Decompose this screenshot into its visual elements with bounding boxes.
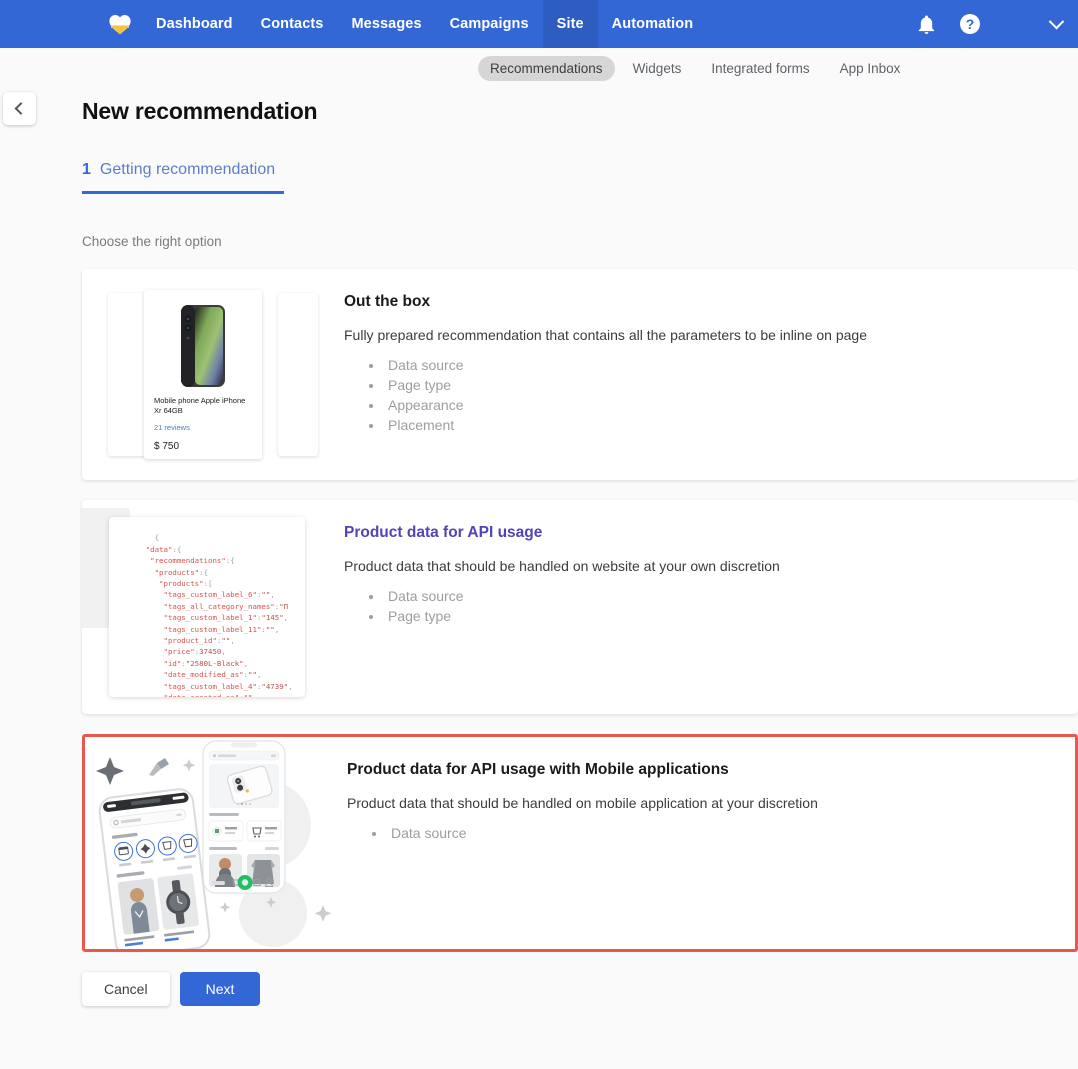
cancel-button[interactable]: Cancel — [82, 972, 170, 1006]
option-card-body: Product data for API usage with Mobile a… — [347, 737, 1075, 949]
nav-right-actions: ? — [904, 0, 1078, 48]
mobile-app-mockup-illustration — [96, 740, 332, 949]
option-title: Out the box — [344, 293, 431, 310]
app-logo[interactable] — [0, 0, 142, 48]
tab-widgets[interactable]: Widgets — [621, 56, 694, 81]
step-number: 1 — [82, 161, 91, 178]
notification-bell-icon — [918, 14, 934, 34]
option-title: Product data for API usage — [344, 524, 543, 541]
wizard-stepper: 1 Getting recommendation — [82, 161, 284, 194]
option-title: Product data for API usage with Mobile a… — [347, 761, 729, 778]
carousel-ghost-card-right — [278, 293, 318, 456]
page-container: New recommendation 1 Getting recommendat… — [0, 88, 1078, 1006]
nav-link-dashboard[interactable]: Dashboard — [142, 0, 247, 48]
json-code-preview: { "data":{ "recommendations":{ "products… — [82, 500, 344, 714]
feature-item: Page type — [384, 375, 1058, 395]
feature-item: Data source — [387, 823, 1055, 843]
chevron-left-icon — [14, 102, 28, 115]
product-reviews-link[interactable]: 21 reviews — [154, 423, 252, 432]
nav-link-site[interactable]: Site — [542, 0, 598, 48]
nav-link-automation[interactable]: Automation — [598, 0, 708, 48]
option-description: Product data that should be handled on w… — [344, 558, 780, 574]
nav-link-contacts[interactable]: Contacts — [247, 0, 338, 48]
help-question-icon: ? — [960, 14, 980, 34]
mobile-app-mockup — [85, 737, 347, 949]
step-label: Getting recommendation — [99, 161, 276, 178]
primary-nav-links: Dashboard Contacts Messages Campaigns Si… — [142, 0, 707, 48]
json-code-card: { "data":{ "recommendations":{ "products… — [109, 517, 305, 697]
option-description: Product data that should be handled on m… — [347, 795, 818, 811]
option-card-body: Out the box Fully prepared recommendatio… — [344, 269, 1078, 480]
product-price: $ 750 — [154, 441, 180, 452]
step-active-underline — [82, 191, 284, 194]
option-description: Fully prepared recommendation that conta… — [344, 327, 867, 343]
option-feature-list: Data source Page type — [344, 586, 1058, 626]
tab-recommendations[interactable]: Recommendations — [478, 55, 615, 81]
option-card-api-usage[interactable]: { "data":{ "recommendations":{ "products… — [82, 500, 1078, 714]
iphone-product-image — [181, 305, 225, 387]
option-card-out-the-box[interactable]: Mobile phone Apple iPhone Xr 64GB 21 rev… — [82, 269, 1078, 480]
option-feature-list: Data source — [347, 823, 1055, 843]
tab-app-inbox[interactable]: App Inbox — [828, 56, 913, 81]
product-preview-card: Mobile phone Apple iPhone Xr 64GB 21 rev… — [144, 290, 262, 459]
heart-logo-icon — [109, 15, 131, 35]
next-button[interactable]: Next — [179, 972, 261, 1006]
tab-integrated-forms[interactable]: Integrated forms — [699, 56, 821, 81]
account-menu-button[interactable] — [1034, 0, 1078, 48]
help-button[interactable]: ? — [948, 0, 992, 48]
chevron-down-icon — [1048, 13, 1064, 29]
json-code-text: { "data":{ "recommendations":{ "products… — [145, 533, 293, 697]
option-card-api-usage-mobile[interactable]: Product data for API usage with Mobile a… — [85, 737, 1075, 949]
section-hint: Choose the right option — [82, 234, 222, 249]
page-title: New recommendation — [82, 98, 318, 124]
option-card-list: Mobile phone Apple iPhone Xr 64GB 21 rev… — [82, 269, 1078, 952]
step-1[interactable]: 1 Getting recommendation — [82, 161, 284, 179]
product-card-carousel: Mobile phone Apple iPhone Xr 64GB 21 rev… — [82, 269, 344, 480]
carousel-ghost-card-left — [108, 293, 148, 456]
feature-item: Placement — [384, 415, 1058, 435]
feature-item: Appearance — [384, 395, 1058, 415]
back-button[interactable] — [3, 92, 36, 125]
feature-item: Page type — [384, 606, 1058, 626]
nav-link-campaigns[interactable]: Campaigns — [436, 0, 543, 48]
option-card-body: Product data for API usage Product data … — [344, 500, 1078, 714]
feature-item: Data source — [384, 586, 1058, 606]
top-navigation-bar: Dashboard Contacts Messages Campaigns Si… — [0, 0, 1078, 48]
notifications-button[interactable] — [904, 0, 948, 48]
nav-link-messages[interactable]: Messages — [337, 0, 435, 48]
option-feature-list: Data source Page type Appearance Placeme… — [344, 355, 1058, 435]
product-name: Mobile phone Apple iPhone Xr 64GB — [154, 396, 246, 415]
feature-item: Data source — [384, 355, 1058, 375]
secondary-tab-bar: Recommendations Widgets Integrated forms… — [0, 48, 1078, 88]
wizard-footer: Cancel Next — [82, 972, 1078, 1006]
option-card-highlight-border: Product data for API usage with Mobile a… — [82, 734, 1078, 952]
